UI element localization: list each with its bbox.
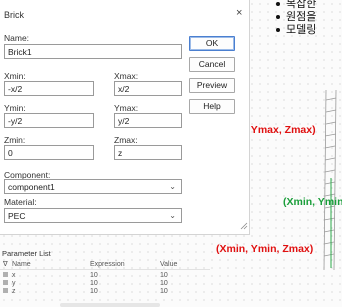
name-input[interactable]: Brick1 [4,44,182,59]
wireframe-grid-graphic [323,90,337,270]
help-button[interactable]: Help [189,99,235,114]
bullet-item: 모델링 [276,23,342,36]
brick-dialog: Brick × Name: Brick1 Xmin: -x/2 Xmax: x/… [0,0,250,235]
bullet-item: 복잡한 [276,0,342,10]
zmax-label: Zmax: [114,135,138,145]
xmax-input[interactable]: x/2 [114,81,182,96]
ymin-input[interactable]: -y/2 [4,113,94,128]
param-name: z [12,288,16,295]
close-icon[interactable]: × [236,8,242,19]
ymax-input[interactable]: y/2 [114,113,182,128]
preview-button[interactable]: Preview [189,78,235,93]
column-header-name[interactable]: Name [12,260,31,269]
component-select[interactable]: component1 ⌄ [4,179,182,194]
dialog-title: Brick [4,10,24,20]
ymin-label: Ymin: [4,103,26,113]
xmin-input[interactable]: -x/2 [4,81,94,96]
table-row[interactable]: z 10 10 [0,287,210,295]
material-select[interactable]: PEC ⌄ [4,208,182,223]
filter-icon[interactable]: ∇ [3,260,8,269]
horizontal-scrollbar[interactable] [60,303,160,307]
parameter-list-panel: Parameter List ∇ Name Expression Value x… [0,247,210,307]
material-label: Material: [4,197,37,207]
parameter-icon [3,280,8,285]
name-label: Name: [4,33,30,43]
parameter-icon [3,272,8,277]
annotation-middle: (Xmin, Ymin [283,196,342,208]
chevron-down-icon: ⌄ [169,182,176,191]
annotation-bottom: (Xmin, Ymin, Zmax) [216,243,314,255]
param-value: 10 [160,288,168,295]
parameter-list-title: Parameter List [2,249,51,258]
parameter-list-header: ∇ Name Expression Value [0,259,210,270]
ymax-label: Ymax: [114,103,139,113]
zmin-input[interactable]: 0 [4,145,94,160]
material-select-value: PEC [8,211,26,221]
xmin-label: Xmin: [4,71,26,81]
table-row[interactable]: x 10 10 [0,271,210,279]
zmax-input[interactable]: z [114,145,182,160]
parameter-icon [3,288,8,293]
table-row[interactable]: y 10 10 [0,279,210,287]
chevron-down-icon: ⌄ [169,211,176,220]
resize-grip-icon[interactable] [240,222,248,230]
ok-button[interactable]: OK [189,36,235,51]
column-header-value[interactable]: Value [160,260,177,269]
param-expression: 10 [90,288,98,295]
column-header-expression[interactable]: Expression [90,260,125,269]
slide-bullet-list: 복잡한 원점을 모델링 [276,0,342,36]
xmax-label: Xmax: [114,71,139,81]
bullet-item: 원점을 [276,10,342,23]
cancel-button[interactable]: Cancel [189,57,235,72]
component-select-value: component1 [8,182,55,192]
zmin-label: Zmin: [4,135,26,145]
